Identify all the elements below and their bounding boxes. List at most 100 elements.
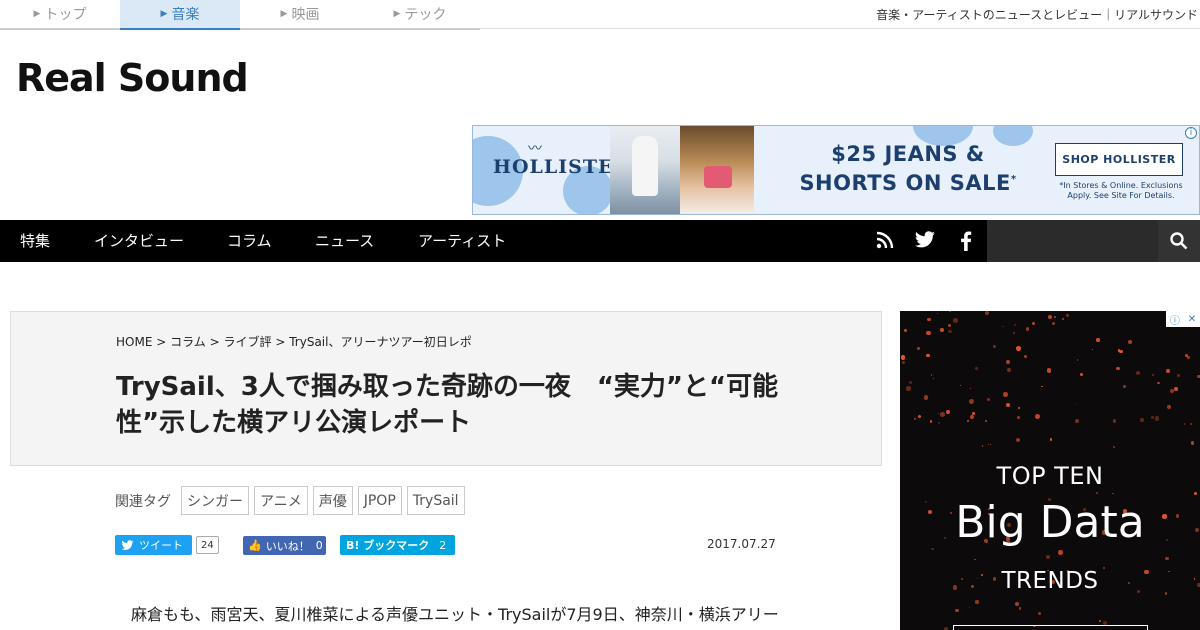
article-header: HOME > コラム > ライブ評 > TrySail、アリーナツアー初日レポ … [10,311,882,466]
side-ad[interactable]: TOP TEN Big Data TRENDS ⓘ ✕ [900,311,1200,630]
ad-dot [960,384,962,386]
tab-top[interactable]: ▶ トップ [0,0,120,28]
nav-item-artist[interactable]: アーティスト [418,220,506,262]
side-ad-line2: Big Data [955,497,1145,548]
tab-movie[interactable]: ▶ 映画 [240,0,360,28]
tweet-button[interactable]: ツイート [115,535,192,555]
ad-dot [902,361,905,365]
triangle-right-icon: ▶ [393,9,401,19]
ad-dot [1096,338,1101,343]
related-tags: 関連タグ シンガー アニメ 声優 JPOP TrySail [115,486,470,515]
tab-tech[interactable]: ▶ テック [360,0,480,28]
site-tagline: 音楽・アーティストのニュースとレビュー｜リアルサウンド [876,8,1198,22]
tag-anime[interactable]: アニメ [254,486,308,515]
tag-singer[interactable]: シンガー [181,486,249,515]
ad-dot [906,386,911,391]
ad-dot [972,412,975,415]
close-icon[interactable]: ✕ [1188,314,1196,325]
site-section-tabs: ▶ トップ ▶ 音楽 ▶ 映画 ▶ テック [0,0,480,30]
twitter-icon[interactable] [914,231,935,251]
side-ad-line1: TOP TEN [996,462,1104,490]
thumbs-up-icon: 👍 [248,539,262,552]
nav-item-interview[interactable]: インタビュー [94,220,184,262]
tag-jpop[interactable]: JPOP [357,486,402,515]
ad-dot [1062,318,1064,320]
ad-dot [1066,314,1069,317]
ad-dot [987,444,989,446]
ad-dot [1001,325,1004,328]
ad-dot [931,547,934,551]
ad-dot [926,353,931,358]
tag-voice-actor[interactable]: 声優 [312,486,353,515]
ad-choices[interactable]: ⓘ ✕ [1166,311,1200,327]
ad-dot [913,418,916,421]
ad-dot [1183,423,1186,425]
top-ad-banner[interactable]: 〰 HOLLISTER $25 JEANS & SHORTS ON SALE* … [472,125,1200,215]
ad-dot [981,445,984,448]
ad-dot [1023,354,1027,358]
breadcrumb-live-review[interactable]: ライブ評 [223,335,271,349]
ad-dot [1046,368,1052,374]
breadcrumb-column[interactable]: コラム [170,335,206,349]
ad-dot [1193,491,1198,496]
ad-dot [932,377,934,379]
ad-dot [1116,366,1121,371]
site-logo[interactable]: Real Sound [16,56,249,100]
breadcrumb-home[interactable]: HOME [116,335,152,349]
ad-dot [985,420,987,422]
nav-item-news[interactable]: ニュース [315,220,374,262]
search-input[interactable] [987,220,1158,262]
side-ad-cta-box[interactable] [953,625,1148,630]
ad-dot [1140,417,1145,422]
ad-dot [967,420,970,422]
ad-dot [1015,437,1021,443]
ad-dot [1186,356,1190,360]
ad-photo-model-2 [680,126,754,214]
search-button[interactable] [1158,220,1200,262]
hatena-bookmark-button[interactable]: B! ブックマーク 2 [340,535,455,555]
info-icon[interactable]: ⓘ [1170,312,1180,327]
ad-dot [918,414,922,419]
ad-dot [1018,607,1021,610]
ad-dot [1170,388,1175,393]
tweet-count: 24 [196,536,219,554]
ad-dot [975,600,979,604]
ad-dot [948,329,952,334]
ad-dot [1156,381,1160,385]
main-nav: 特集 インタビュー コラム ニュース アーティスト [0,220,1200,262]
facebook-like-button[interactable]: 👍 いいね！ 0 [243,536,326,555]
tag-trysail[interactable]: TrySail [406,486,465,515]
rss-icon[interactable] [876,231,896,251]
ad-dot [946,409,950,414]
ad-dot [1096,492,1099,494]
ad-cta-button[interactable]: SHOP HOLLISTER [1055,143,1183,176]
nav-item-features[interactable]: 特集 [20,220,50,262]
facebook-icon[interactable] [960,231,980,251]
ad-dot [985,311,990,315]
ad-dot [926,330,931,336]
bookmark-count: 2 [439,538,447,552]
ad-dot [1074,418,1080,424]
ad-dot [1035,414,1041,420]
ad-dot [1165,369,1170,373]
ad-dot [1122,384,1127,389]
ad-dot [1049,437,1053,441]
ad-dot [954,608,959,613]
ad-dot [974,558,976,561]
ad-dot [1015,601,1020,606]
ad-info-icon[interactable]: i [1185,127,1197,139]
tab-music[interactable]: ▶ 音楽 [120,0,240,30]
ad-dot [1174,387,1178,391]
ad-dot [1006,367,1012,372]
ad-dot [1190,440,1195,445]
ad-dot [1048,315,1053,319]
ad-photo-model-1 [610,126,680,214]
nav-item-column[interactable]: コラム [227,220,272,262]
ad-dot [1189,422,1192,425]
triangle-right-icon: ▶ [33,9,41,19]
ad-dot [952,318,958,323]
ad-dot [1128,340,1132,345]
ad-dot [923,395,929,401]
breadcrumb: HOME > コラム > ライブ評 > TrySail、アリーナツアー初日レポ [116,335,472,349]
twitter-icon [121,539,134,550]
